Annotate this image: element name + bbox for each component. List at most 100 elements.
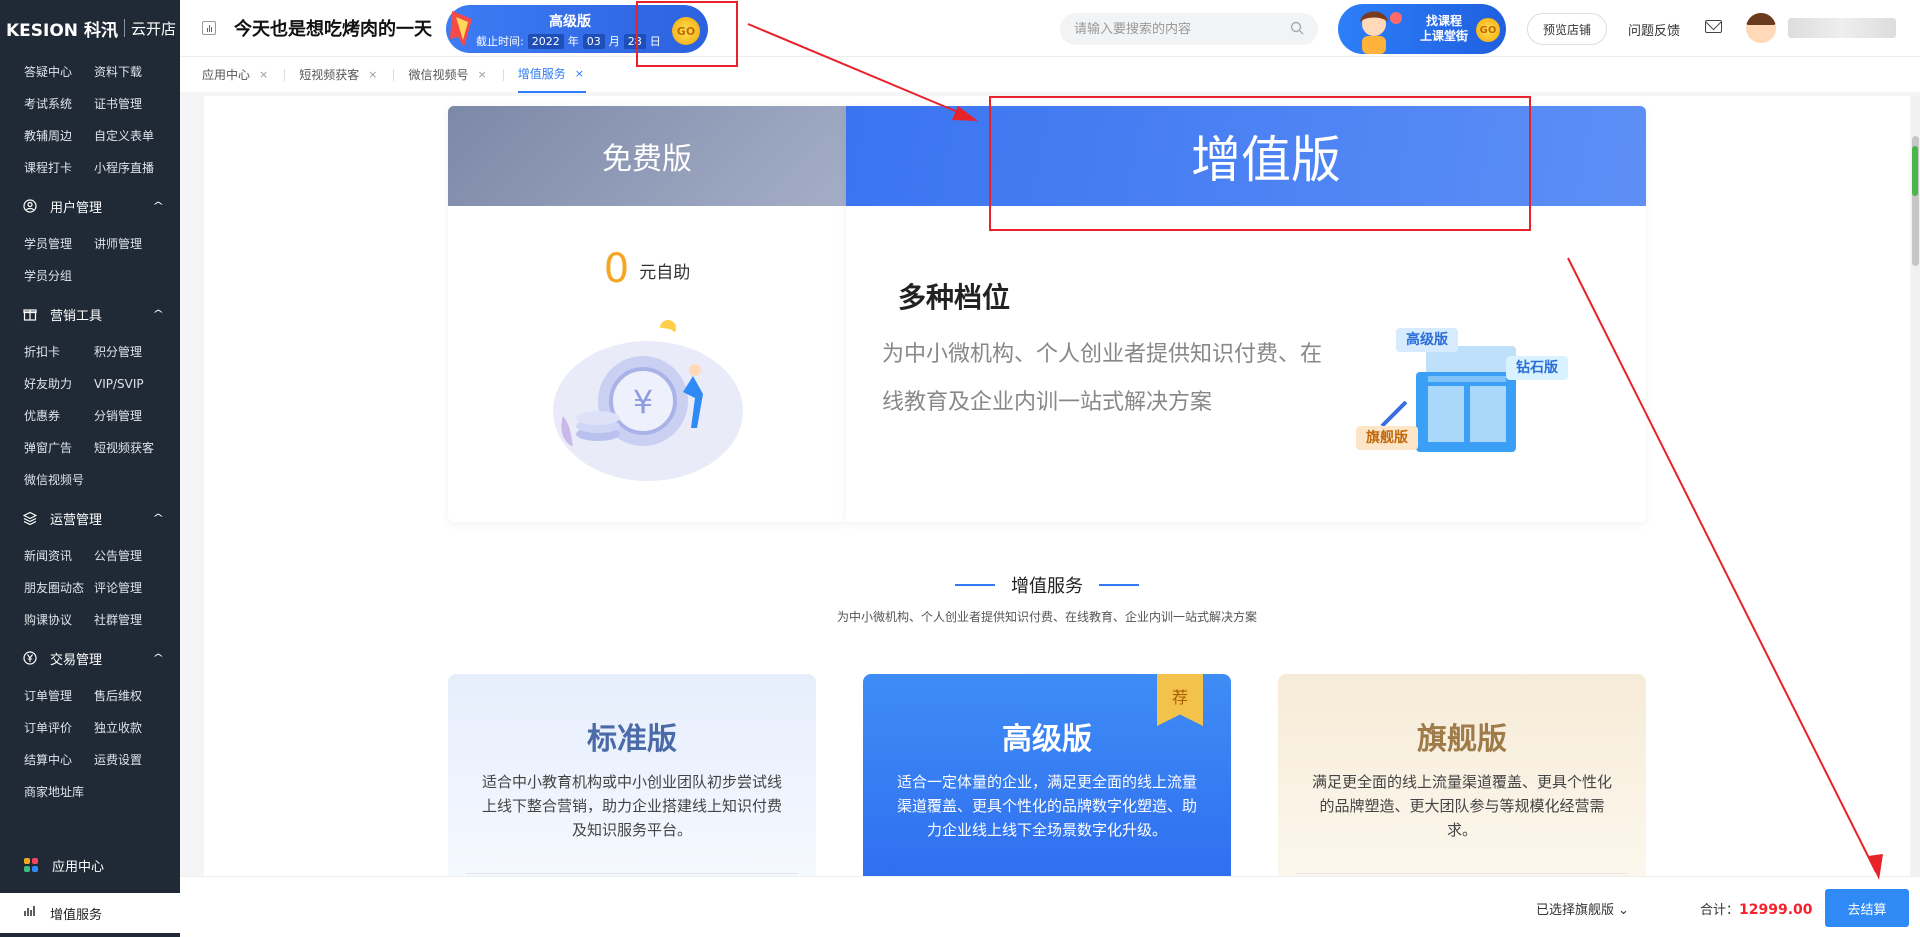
sidebar-item-shipping[interactable]: 运费设置 bbox=[94, 744, 164, 776]
sidebar-item-purchase-agreement[interactable]: 购课协议 bbox=[24, 604, 94, 636]
plan-name: 高级版 bbox=[1002, 722, 1092, 757]
sidebar-trade-items: 订单管理 售后维权 订单评价 独立收款 结算中心 运费设置 商家地址库 bbox=[0, 680, 180, 808]
close-icon[interactable]: × bbox=[477, 68, 486, 81]
plan-card-standard[interactable]: 标准版 适合中小教育机构或中小创业团队初步尝试线上线下整合营销，助力企业搭建线上… bbox=[448, 674, 816, 876]
tab-label: 增值服务 bbox=[517, 67, 566, 81]
sidebar-item-discount-card[interactable]: 折扣卡 bbox=[24, 336, 94, 368]
title-rule-right bbox=[1099, 584, 1139, 586]
tab-short-video[interactable]: 短视频获客 × bbox=[299, 57, 379, 93]
sidebar-item-value-added[interactable]: 增值服务 bbox=[0, 893, 180, 933]
sidebar-item-qa[interactable]: 答疑中心 bbox=[24, 56, 94, 88]
sidebar-item-teaching-aids[interactable]: 教辅周边 bbox=[24, 120, 94, 152]
plan-description: 适合中小教育机构或中小创业团队初步尝试线上线下整合营销，助力企业搭建线上知识付费… bbox=[482, 773, 783, 839]
sidebar-item-custom-form[interactable]: 自定义表单 bbox=[94, 120, 164, 152]
divider bbox=[466, 873, 798, 874]
value-added-section-header: 增值服务 为中小微机构、个人创业者提供知识付费、在线教育、企业内训一站式解决方案 bbox=[448, 572, 1646, 625]
expiry-year-unit: 年 bbox=[567, 35, 579, 48]
find-course-text: 找课程 上课堂街 bbox=[1420, 14, 1468, 44]
sidebar-item-teachers[interactable]: 讲师管理 bbox=[94, 228, 164, 260]
free-price-value: 0 bbox=[603, 246, 630, 292]
sidebar-item-coupons[interactable]: 优惠券 bbox=[24, 400, 94, 432]
close-icon[interactable]: × bbox=[575, 67, 584, 80]
mail-icon[interactable] bbox=[1705, 20, 1722, 33]
sidebar-item-after-sales[interactable]: 售后维权 bbox=[94, 680, 164, 712]
sidebar-item-notices[interactable]: 公告管理 bbox=[94, 540, 164, 572]
tab-divider bbox=[502, 68, 504, 81]
promo-expiry: 截止时间: 2022 年 03 月 28 日 bbox=[476, 33, 661, 49]
tier-badge-diamond: 钻石版 bbox=[1506, 356, 1568, 380]
plan-card-flagship[interactable]: 旗舰版 满足更全面的线上流量渠道覆盖、更具个性化的品牌塑造、更大团队参与等规模化… bbox=[1278, 674, 1646, 876]
sidebar-item-community[interactable]: 社群管理 bbox=[94, 604, 164, 636]
tab-wechat-channels[interactable]: 微信视频号 × bbox=[408, 57, 488, 93]
sidebar-item-downloads[interactable]: 资料下载 bbox=[94, 56, 164, 88]
sidebar-toggle-icon[interactable] bbox=[202, 21, 216, 35]
section-title-row: 增值服务 bbox=[448, 572, 1646, 598]
sidebar-item-orders[interactable]: 订单管理 bbox=[24, 680, 94, 712]
sidebar-item-mini-live[interactable]: 小程序直播 bbox=[94, 152, 164, 184]
chevron-up-icon: ^ bbox=[151, 200, 164, 212]
value-added-description: 为中小微机构、个人创业者提供知识付费、在线教育及企业内训一站式解决方案 bbox=[882, 342, 1323, 415]
brand-name: KESION 科汛 bbox=[6, 20, 118, 41]
sidebar-item-distribution[interactable]: 分销管理 bbox=[94, 400, 164, 432]
checkout-button[interactable]: 去结算 bbox=[1825, 889, 1909, 927]
value-added-title: 增值版 bbox=[846, 106, 1646, 206]
sidebar-item-independent-payment[interactable]: 独立收款 bbox=[94, 712, 164, 744]
sidebar-item-students[interactable]: 学员管理 bbox=[24, 228, 94, 260]
sidebar-item-course-checkin[interactable]: 课程打卡 bbox=[24, 152, 94, 184]
sidebar-item-popup-ads[interactable]: 弹窗广告 bbox=[24, 432, 94, 464]
search-icon[interactable] bbox=[1290, 21, 1304, 38]
close-icon[interactable]: × bbox=[259, 68, 268, 81]
main-content: 免费版 0 元自助 ¥ 增值版 多种档位 为中小微机构、个人创业者提供知识付费、在… bbox=[204, 96, 1910, 876]
plan-card-advanced[interactable]: 荐 高级版 适合一定体量的企业，满足更全面的线上流量渠道覆盖、更具个性化的品牌数… bbox=[863, 674, 1231, 876]
section-subtitle: 为中小微机构、个人创业者提供知识付费、在线教育、企业内训一站式解决方案 bbox=[836, 610, 1257, 624]
user-icon bbox=[22, 198, 38, 214]
promo-go-button[interactable]: GO bbox=[672, 17, 700, 45]
tab-divider bbox=[393, 68, 395, 81]
plan-promo-banner[interactable]: 高级版 截止时间: 2022 年 03 月 28 日 GO bbox=[446, 5, 708, 53]
sidebar-item-order-reviews[interactable]: 订单评价 bbox=[24, 712, 94, 744]
tier-badge-flagship: 旗舰版 bbox=[1356, 426, 1418, 450]
scrollbar[interactable] bbox=[1911, 96, 1920, 876]
find-course-go-button[interactable]: GO bbox=[1476, 18, 1500, 42]
expiry-day-unit: 日 bbox=[649, 35, 661, 48]
layers-icon bbox=[22, 510, 38, 526]
sidebar-item-moments[interactable]: 朋友圈动态 bbox=[24, 572, 94, 604]
selected-plan-dropdown[interactable]: 已选择旗舰版 ⌄ bbox=[1536, 899, 1629, 918]
tab-app-center[interactable]: 应用中心 × bbox=[202, 57, 270, 93]
close-icon[interactable]: × bbox=[368, 68, 377, 81]
feedback-link[interactable]: 问题反馈 bbox=[1628, 20, 1680, 39]
sidebar-item-news[interactable]: 新闻资讯 bbox=[24, 540, 94, 572]
tier-badge-advanced: 高级版 bbox=[1396, 328, 1458, 352]
tier-illustration: 高级版 钻石版 旗舰版 bbox=[1356, 326, 1596, 466]
avatar[interactable] bbox=[1746, 13, 1776, 43]
sidebar-item-wechat-channels[interactable]: 微信视频号 bbox=[24, 464, 94, 496]
sidebar-item-short-video[interactable]: 短视频获客 bbox=[94, 432, 164, 464]
sidebar-group-trade[interactable]: 交易管理 ^ bbox=[0, 636, 180, 680]
sidebar-item-certificates[interactable]: 证书管理 bbox=[94, 88, 164, 120]
sidebar-item-friend-help[interactable]: 好友助力 bbox=[24, 368, 94, 400]
sidebar-item-points[interactable]: 积分管理 bbox=[94, 336, 164, 368]
sidebar-item-app-center[interactable]: 应用中心 bbox=[0, 845, 180, 885]
sidebar-item-exams[interactable]: 考试系统 bbox=[24, 88, 94, 120]
search-box bbox=[1060, 13, 1318, 45]
sidebar-item-student-groups[interactable]: 学员分组 bbox=[24, 260, 94, 292]
preview-store-button[interactable]: 预览店铺 bbox=[1527, 13, 1607, 45]
chevron-up-icon: ^ bbox=[151, 652, 164, 664]
brand-logo[interactable]: KESION 科汛 云开店 bbox=[0, 0, 180, 56]
username-blurred[interactable] bbox=[1788, 18, 1896, 38]
sidebar-group-users[interactable]: 用户管理 ^ bbox=[0, 184, 180, 228]
sidebar-users-items: 学员管理 讲师管理 学员分组 bbox=[0, 228, 180, 292]
tab-value-added[interactable]: 增值服务 × bbox=[517, 57, 586, 93]
find-course-banner[interactable]: 找课程 上课堂街 GO bbox=[1338, 4, 1506, 54]
chevron-up-icon: ^ bbox=[151, 308, 164, 320]
sidebar-item-comments[interactable]: 评论管理 bbox=[94, 572, 164, 604]
sidebar-item-settlement[interactable]: 结算中心 bbox=[24, 744, 94, 776]
sidebar-item-vip[interactable]: VIP/SVIP bbox=[94, 368, 164, 400]
sidebar-group-operations[interactable]: 运营管理 ^ bbox=[0, 496, 180, 540]
total-value: 12999.00 bbox=[1739, 902, 1813, 918]
sidebar-item-merchant-address[interactable]: 商家地址库 bbox=[24, 776, 94, 808]
plan-name: 旗舰版 bbox=[1417, 722, 1507, 757]
sidebar-group-marketing[interactable]: 营销工具 ^ bbox=[0, 292, 180, 336]
search-input[interactable] bbox=[1074, 21, 1290, 37]
bar-chart-icon bbox=[24, 905, 36, 921]
